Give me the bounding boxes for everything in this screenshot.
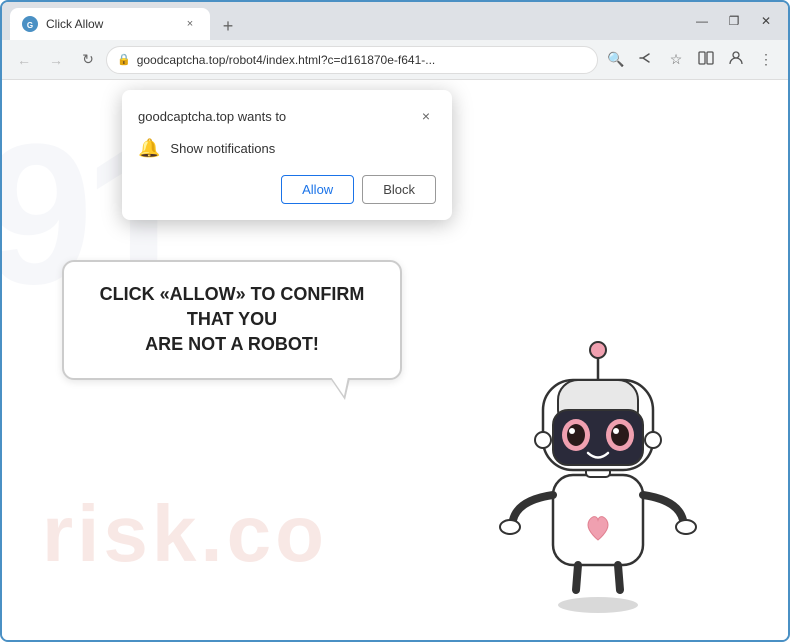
maximize-button[interactable]: ❐: [720, 7, 748, 35]
new-tab-button[interactable]: +: [214, 12, 242, 40]
lock-icon: 🔒: [117, 53, 131, 66]
svg-text:G: G: [27, 21, 33, 30]
popup-close-button[interactable]: ×: [416, 106, 436, 126]
forward-button[interactable]: →: [42, 46, 70, 74]
watermark-risk: risk.co: [42, 488, 328, 580]
profile-icon: [728, 50, 744, 69]
share-icon: [638, 50, 654, 69]
split-icon: [698, 50, 714, 69]
popup-title: goodcaptcha.top wants to: [138, 109, 286, 124]
title-bar: G Click Allow × + — ❐ ✕: [2, 2, 788, 40]
active-tab[interactable]: G Click Allow ×: [10, 8, 210, 40]
main-text-line1: CLICK «ALLOW» TO CONFIRM THAT YOU: [100, 284, 365, 329]
bookmark-button[interactable]: ☆: [662, 46, 690, 74]
main-text: CLICK «ALLOW» TO CONFIRM THAT YOU ARE NO…: [94, 282, 370, 358]
close-button[interactable]: ✕: [752, 7, 780, 35]
speech-bubble: CLICK «ALLOW» TO CONFIRM THAT YOU ARE NO…: [62, 260, 402, 380]
notification-label: Show notifications: [170, 141, 275, 156]
block-button[interactable]: Block: [362, 175, 436, 204]
split-button[interactable]: [692, 46, 720, 74]
tab-favicon: G: [22, 16, 38, 32]
bookmark-icon: ☆: [670, 51, 683, 68]
notification-popup: goodcaptcha.top wants to × 🔔 Show notifi…: [122, 90, 452, 220]
browser-window: G Click Allow × + — ❐ ✕ ← → ↻ 🔒 goodcapt…: [0, 0, 790, 642]
search-button[interactable]: 🔍: [602, 46, 630, 74]
robot-svg: [488, 320, 708, 620]
back-button[interactable]: ←: [10, 46, 38, 74]
robot-illustration: [488, 320, 708, 620]
refresh-button[interactable]: ↻: [74, 46, 102, 74]
search-icon: 🔍: [607, 51, 624, 68]
page-content: 91 risk.co goodcaptcha.top wants to × 🔔 …: [2, 80, 788, 640]
forward-icon: →: [49, 52, 63, 68]
profile-button[interactable]: [722, 46, 750, 74]
tab-title: Click Allow: [46, 17, 174, 31]
navigation-bar: ← → ↻ 🔒 goodcaptcha.top/robot4/index.htm…: [2, 40, 788, 80]
popup-header: goodcaptcha.top wants to ×: [138, 106, 436, 126]
share-button[interactable]: [632, 46, 660, 74]
tab-bar: G Click Allow × +: [10, 2, 688, 40]
menu-icon: ⋮: [759, 51, 773, 68]
bell-icon: 🔔: [138, 138, 160, 159]
url-text: goodcaptcha.top/robot4/index.html?c=d161…: [137, 53, 587, 67]
main-text-line2: ARE NOT A ROBOT!: [145, 334, 319, 354]
refresh-icon: ↻: [82, 51, 94, 68]
address-bar[interactable]: 🔒 goodcaptcha.top/robot4/index.html?c=d1…: [106, 46, 598, 74]
window-controls: — ❐ ✕: [688, 7, 780, 35]
minimize-button[interactable]: —: [688, 7, 716, 35]
back-icon: ←: [17, 52, 31, 68]
popup-notification-row: 🔔 Show notifications: [138, 138, 436, 159]
tab-close-button[interactable]: ×: [182, 16, 198, 32]
nav-actions: 🔍 ☆: [602, 46, 780, 74]
allow-button[interactable]: Allow: [281, 175, 354, 204]
menu-button[interactable]: ⋮: [752, 46, 780, 74]
popup-buttons: Allow Block: [138, 175, 436, 204]
